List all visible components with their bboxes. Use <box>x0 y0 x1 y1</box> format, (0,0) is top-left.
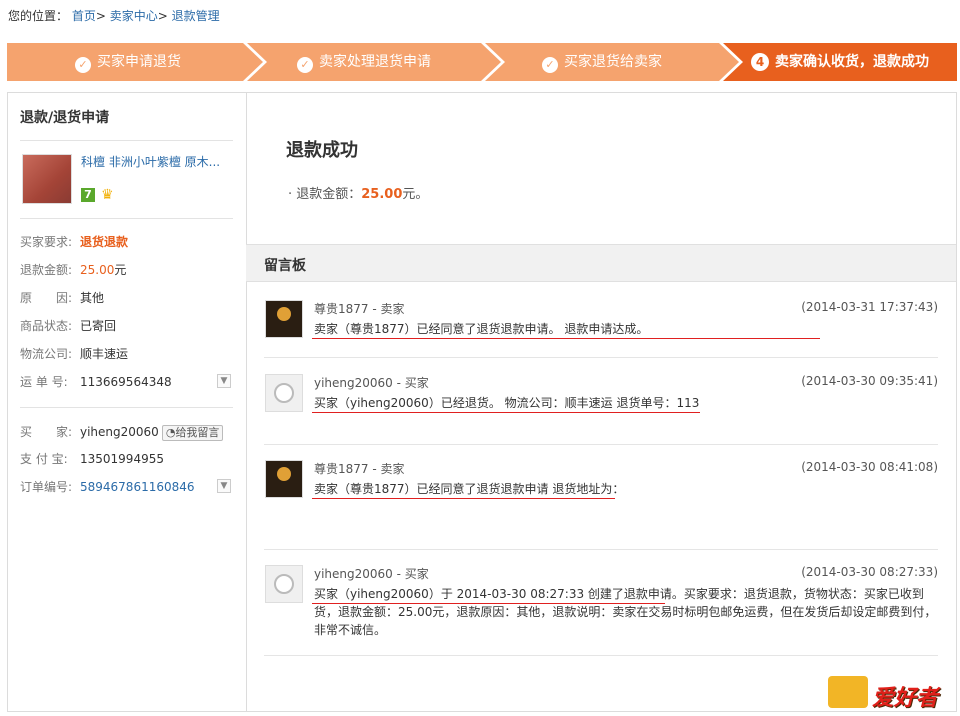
message-time: (2014-03-30 08:27:33) <box>801 565 938 579</box>
step-4-number: 4 <box>751 53 769 71</box>
refund-amount-line: · 退款金额：25.00元。 <box>288 183 428 202</box>
message-author: 尊贵1877 - 卖家 <box>314 302 405 316</box>
info-label: 买家要求: <box>20 235 73 249</box>
annotation-underline <box>312 498 615 499</box>
buyer-alipay-row: 支 付 宝: 13501994955 <box>20 450 164 467</box>
message-icon: ◔ <box>165 426 176 439</box>
message-time: (2014-03-30 08:41:08) <box>801 460 938 474</box>
message-author: 尊贵1877 - 卖家 <box>314 462 405 476</box>
step-1-label: 买家申请退货 <box>97 54 181 70</box>
avatar <box>265 460 303 498</box>
annotation-underline <box>312 412 700 413</box>
divider <box>20 407 233 408</box>
annotation-underline <box>312 338 820 339</box>
info-waybill: 运 单 号: 113669564348 <box>20 373 172 390</box>
message-text: 卖家（尊贵1877）已经同意了退货退款申请。 退款申请达成。 <box>314 322 649 336</box>
buyer-name-row: 买 家: yiheng20060 ◔给我留言 <box>20 423 224 441</box>
info-buyer-request: 买家要求: 退货退款 <box>20 233 128 250</box>
message-item: 尊贵1877 - 卖家 (2014-03-30 08:41:08) 卖家（尊贵1… <box>264 460 938 550</box>
watermark-logo: 爱好者 <box>828 672 952 712</box>
info-label: 商品状态: <box>20 319 73 333</box>
order-number-row: 订单编号: 589467861160846 <box>20 478 195 495</box>
message-text: 买家（yiheng20060）已经退货。 物流公司：顺丰速运 退货单号：113 <box>314 396 700 410</box>
check-icon: ✓ <box>75 57 91 73</box>
breadcrumb-sep: > <box>157 9 168 23</box>
divider <box>20 218 233 219</box>
info-value: 113669564348 <box>80 375 172 389</box>
step-4-label: 卖家确认收货，退款成功 <box>775 54 929 70</box>
watermark-mark <box>828 676 868 708</box>
check-icon: ✓ <box>297 57 313 73</box>
progress-steps: ✓ 买家申请退货 ✓ 卖家处理退货申请 ✓ 买家退货给卖家 4 卖家确认收货，退款成功 <box>7 43 957 81</box>
step-3-label: 买家退货给卖家 <box>564 54 662 70</box>
refund-panel: 退款/退货申请 科檀 非洲小叶紫檀 原木... 7 ♛ 买家要求: 退货退款 退款… <box>7 92 957 712</box>
message-item: 尊贵1877 - 卖家 (2014-03-31 17:37:43) 卖家（尊贵1… <box>264 300 938 358</box>
amount-label: · 退款金额： <box>288 187 362 202</box>
seller-level-badge: 7 <box>81 188 95 202</box>
step-1: ✓ 买家申请退货 <box>75 43 181 81</box>
breadcrumb: 您的位置： 首页> 卖家中心> 退款管理 <box>8 7 220 24</box>
check-icon: ✓ <box>542 57 558 73</box>
info-refund-amount: 退款金额: 25.00元 <box>20 261 126 278</box>
breadcrumb-seller-center[interactable]: 卖家中心 <box>110 9 158 23</box>
info-goods-status: 商品状态: 已寄回 <box>20 317 116 334</box>
avatar <box>265 565 303 603</box>
info-label: 运 单 号: <box>20 375 68 389</box>
message-board-header: 留言板 <box>246 244 956 282</box>
info-label: 物流公司: <box>20 347 73 361</box>
breadcrumb-prefix: 您的位置： <box>8 9 69 23</box>
info-value: 其他 <box>80 291 105 305</box>
info-label: 订单编号: <box>20 480 73 494</box>
step-2: ✓ 卖家处理退货申请 <box>297 43 431 81</box>
avatar <box>265 300 303 338</box>
buyer-name: yiheng20060 <box>80 425 159 439</box>
info-value: 25.00 <box>80 263 115 277</box>
watermark-text: 爱好者 <box>872 686 939 711</box>
message-author: yiheng20060 - 买家 <box>314 567 429 581</box>
info-value: 已寄回 <box>80 319 117 333</box>
step-4: 4 卖家确认收货，退款成功 <box>751 43 929 81</box>
refund-success-title: 退款成功 <box>286 140 358 161</box>
message-time: (2014-03-31 17:37:43) <box>801 300 938 314</box>
message-me-label: 给我留言 <box>175 426 220 439</box>
message-board-title: 留言板 <box>264 258 306 274</box>
info-label: 买 家: <box>20 425 73 439</box>
breadcrumb-sep: > <box>95 9 106 23</box>
message-time: (2014-03-30 09:35:41) <box>801 374 938 388</box>
info-logistics: 物流公司: 顺丰速运 <box>20 345 128 362</box>
step-3: ✓ 买家退货给卖家 <box>542 43 662 81</box>
divider <box>20 140 233 141</box>
info-reason: 原 因: 其他 <box>20 289 104 306</box>
product-thumbnail[interactable] <box>22 154 72 204</box>
message-text: 买家（yiheng20060）于 2014-03-30 08:27:33 创建了… <box>314 587 937 637</box>
message-item: yiheng20060 - 买家 (2014-03-30 08:27:33) 买… <box>264 565 938 656</box>
info-value: 退货退款 <box>80 235 129 249</box>
info-unit: 元 <box>114 263 127 277</box>
message-item: yiheng20060 - 买家 (2014-03-30 09:35:41) 买… <box>264 374 938 445</box>
chevron-down-icon[interactable]: ▼ <box>217 479 231 493</box>
amount-value: 25.00 <box>361 187 403 202</box>
product-name-link[interactable]: 科檀 非洲小叶紫檀 原木... <box>81 153 231 170</box>
message-text: 卖家（尊贵1877）已经同意了退货退款申请 退货地址为： <box>314 482 625 496</box>
amount-unit: 元。 <box>402 187 429 202</box>
info-label: 支 付 宝: <box>20 452 68 466</box>
info-label: 原 因: <box>20 291 73 305</box>
annotation-underline <box>312 603 665 604</box>
message-author: yiheng20060 - 买家 <box>314 376 429 390</box>
avatar <box>265 374 303 412</box>
step-2-label: 卖家处理退货申请 <box>319 54 431 70</box>
order-number-link[interactable]: 589467861160846 <box>80 480 195 494</box>
sidebar-title: 退款/退货申请 <box>20 110 110 126</box>
chevron-down-icon[interactable]: ▼ <box>217 374 231 388</box>
info-value: 顺丰速运 <box>80 347 129 361</box>
refund-sidebar: 退款/退货申请 科檀 非洲小叶紫檀 原木... 7 ♛ 买家要求: 退货退款 退款… <box>8 93 247 711</box>
info-label: 退款金额: <box>20 263 73 277</box>
alipay-value: 13501994955 <box>80 452 164 466</box>
message-me-button[interactable]: ◔给我留言 <box>161 425 224 441</box>
breadcrumb-refund-manage[interactable]: 退款管理 <box>172 9 220 23</box>
crown-icon: ♛ <box>101 187 114 203</box>
refund-main: 退款成功 · 退款金额：25.00元。 留言板 尊贵1877 - 卖家 (201… <box>246 93 956 711</box>
breadcrumb-home[interactable]: 首页 <box>72 9 96 23</box>
